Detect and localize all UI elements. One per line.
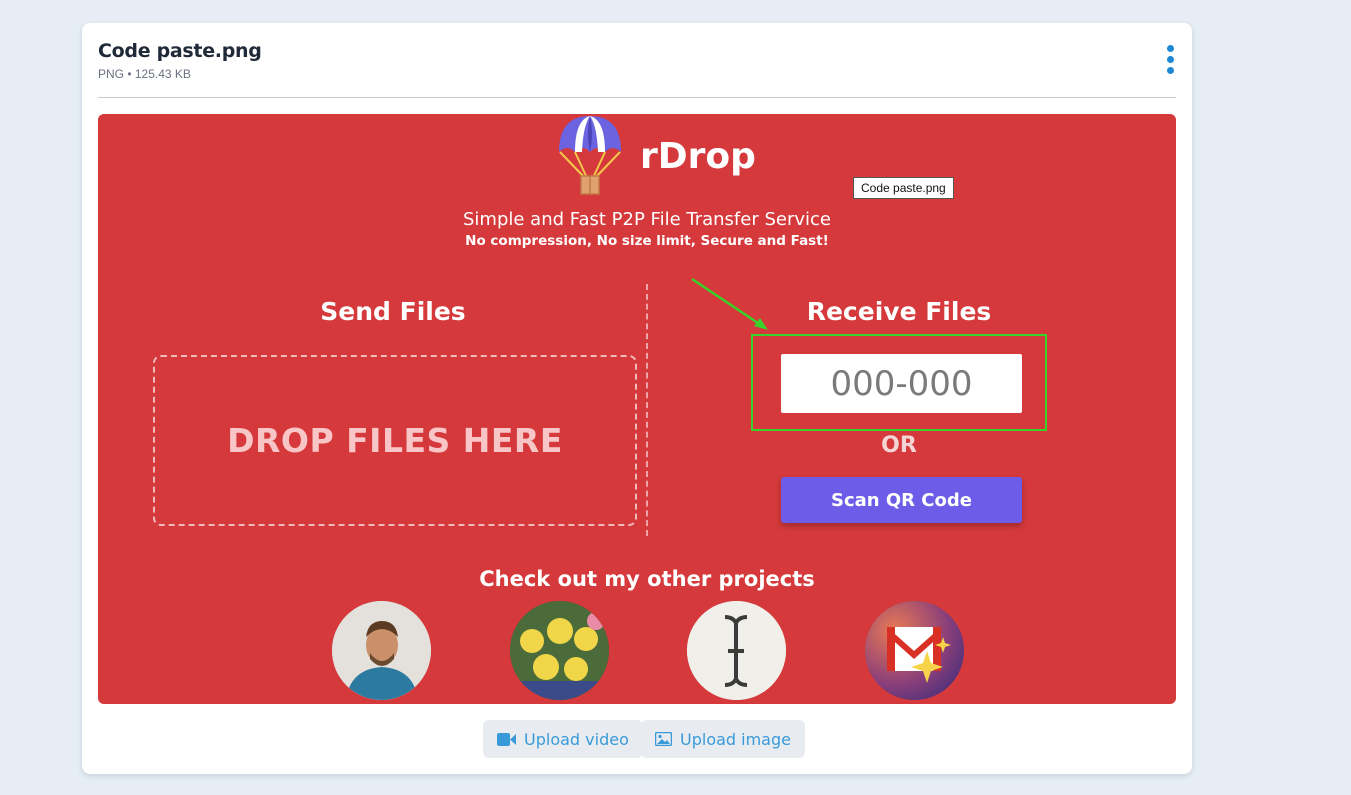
parachute-logo-icon [559,116,621,195]
divider [98,97,1176,98]
projects-heading: Check out my other projects [479,567,815,591]
upload-video-label: Upload video [524,729,629,749]
project-avatar-cartoon[interactable] [510,601,609,700]
or-label: OR [881,433,917,458]
send-files-heading: Send Files [320,297,466,326]
tooltip: Code paste.png [853,177,954,199]
file-name: Code paste.png [98,40,262,62]
sub-tagline: No compression, No size limit, Secure an… [465,233,829,249]
drop-zone[interactable]: DROP FILES HERE [153,355,637,526]
kebab-menu-icon[interactable] [1164,45,1178,75]
project-avatar-text-cursor[interactable] [687,601,786,700]
project-avatar-mail-sparkle[interactable] [865,601,964,700]
upload-image-button[interactable]: Upload image [641,720,805,758]
project-avatar-portrait[interactable] [332,601,431,700]
drop-zone-label: DROP FILES HERE [227,421,563,460]
receive-files-heading: Receive Files [806,297,992,326]
image-icon [655,732,672,746]
scan-qr-button[interactable]: Scan QR Code [781,477,1022,523]
column-divider [646,284,648,536]
video-camera-icon [497,732,516,746]
file-meta: PNG • 125.43 KB [98,67,191,81]
receive-code-input[interactable] [781,354,1022,413]
brand-name: rDrop [640,136,756,177]
tagline: Simple and Fast P2P File Transfer Servic… [462,209,831,230]
image-preview: rDrop Code paste.png Simple and Fast P2P… [98,114,1176,704]
upload-video-button[interactable]: Upload video [483,720,643,758]
attachment-card: Code paste.png PNG • 125.43 KB rDrop Cod… [82,23,1192,774]
upload-image-label: Upload image [680,729,791,749]
